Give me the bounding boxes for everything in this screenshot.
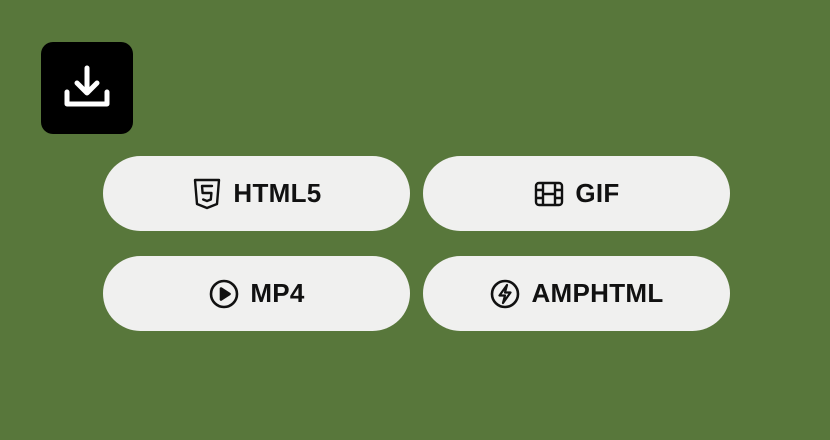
html5-button[interactable]: HTML5 — [103, 156, 410, 231]
play-circle-icon — [208, 278, 240, 310]
mp4-label: MP4 — [250, 278, 305, 308]
download-button[interactable] — [41, 42, 133, 134]
gif-button[interactable]: GIF — [423, 156, 730, 231]
mp4-button[interactable]: MP4 — [103, 256, 410, 331]
lightning-circle-icon — [489, 278, 521, 310]
film-icon — [533, 178, 565, 210]
download-icon — [62, 63, 112, 113]
amphtml-button[interactable]: AMPHTML — [423, 256, 730, 331]
html5-label: HTML5 — [233, 178, 322, 208]
amphtml-label: AMPHTML — [531, 278, 664, 308]
html5-icon — [191, 178, 223, 210]
gif-label: GIF — [575, 178, 620, 208]
